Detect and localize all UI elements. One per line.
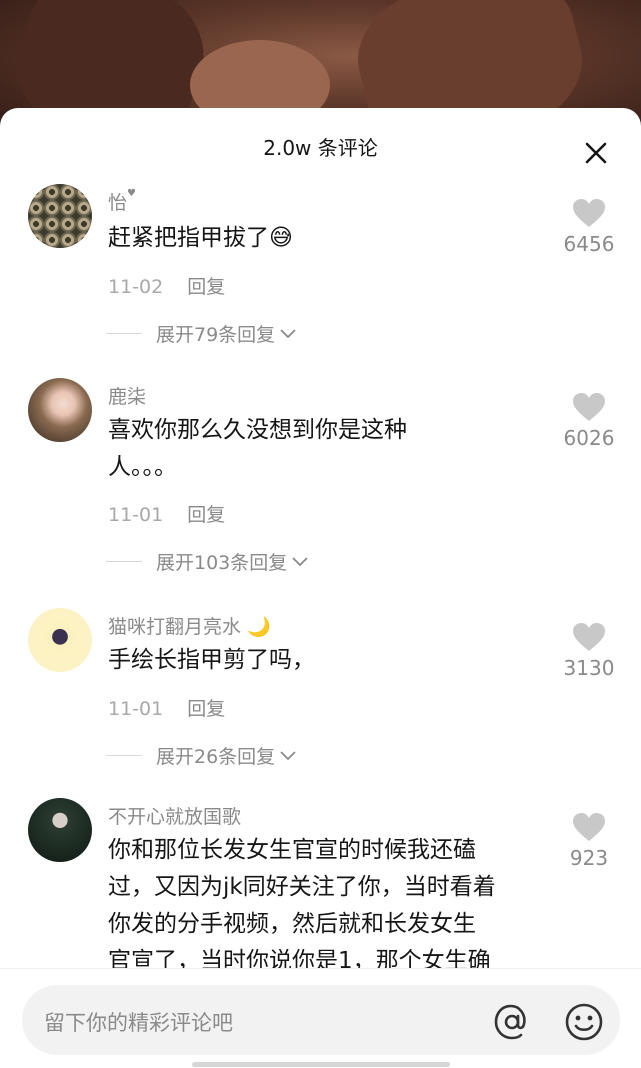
comment-meta: 11-01 回复 [108,694,225,721]
comments-sheet: 2.0w 条评论 怡♥ 赶紧把指甲拔了😅 11-02 回复 展开79条回复 64… [0,108,641,1068]
emoji-icon [565,1003,603,1041]
comment-meta: 11-02 回复 [108,272,225,299]
expand-replies-label: 展开103条回复 [156,552,288,574]
comments-header: 2.0w 条评论 [0,108,641,184]
heart-icon [573,393,605,421]
comment-item: 怡♥ 赶紧把指甲拔了😅 11-02 回复 展开79条回复 6456 [0,180,641,372]
like-button[interactable]: 6456 [549,198,629,256]
comment-date: 11-02 [108,276,164,298]
comment-text-line: 你和那位长发女生官宣的时候我还磕 [108,837,476,863]
divider [106,561,142,562]
comment-text-line: 官宣了，当时你说你是1，那个女生确 [108,948,491,968]
comment-date: 11-01 [108,504,164,526]
mention-button[interactable] [492,1002,532,1042]
comment-item: 不开心就放国歌 你和那位长发女生官宣的时候我还磕 过，又因为jk同好关注了你，当… [0,792,641,968]
chevron-down-icon [292,556,308,566]
reply-button[interactable]: 回复 [187,504,225,526]
close-icon [585,142,607,164]
comment-text-line: 人。。。 [108,454,177,480]
comment-text[interactable]: 赶紧把指甲拔了😅 [108,220,468,257]
comment-item: 鹿柒 喜欢你那么久没想到你是这种 人。。。 11-01 回复 展开103条回复 6… [0,372,641,602]
divider [106,755,142,756]
like-button[interactable]: 923 [549,812,629,870]
comment-item: 猫咪打翻月亮水 🌙 手绘长指甲剪了吗， 11-01 回复 展开26条回复 3130 [0,602,641,792]
comment-input[interactable]: 留下你的精彩评论吧 [22,985,620,1055]
home-indicator[interactable] [192,1062,450,1067]
expand-replies-button[interactable]: 展开103条回复 [106,548,309,575]
comment-input-placeholder: 留下你的精彩评论吧 [44,1011,233,1035]
comment-text-line: 你发的分手视频，然后就和长发女生 [108,911,476,937]
comment-text-line: 过，又因为jk同好关注了你，当时看着 [108,874,496,900]
expand-replies-label: 展开79条回复 [156,324,276,346]
reply-button[interactable]: 回复 [187,698,225,720]
heart-icon [573,623,605,651]
comment-list[interactable]: 怡♥ 赶紧把指甲拔了😅 11-02 回复 展开79条回复 6456 鹿柒 喜欢你… [0,180,641,968]
like-button[interactable]: 6026 [549,392,629,450]
comment-input-bar: 留下你的精彩评论吧 [0,968,641,1068]
avatar[interactable] [28,184,92,248]
expand-replies-button[interactable]: 展开26条回复 [106,742,297,769]
nickname[interactable]: 怡♥ [108,188,136,215]
chevron-down-icon [280,750,296,760]
heart-icon [573,199,605,227]
like-count: 3130 [563,656,615,680]
nickname-text: 怡 [108,192,128,214]
crescent-moon-icon: 🌙 [247,616,271,638]
heart-badge-icon: ♥ [127,188,136,199]
like-button[interactable]: 3130 [549,622,629,680]
heart-icon [573,813,605,841]
nickname[interactable]: 鹿柒 [108,382,146,409]
nickname-text: 猫咪打翻月亮水 [108,616,242,638]
close-button[interactable] [581,138,611,168]
divider [106,333,142,334]
emoji-button[interactable] [564,1002,604,1042]
comment-text[interactable]: 喜欢你那么久没想到你是这种 人。。。 [108,412,468,486]
comment-text[interactable]: 手绘长指甲剪了吗， [108,642,468,679]
comment-meta: 11-01 回复 [108,500,225,527]
like-count: 923 [569,846,609,870]
comment-text-line: 喜欢你那么久没想到你是这种 [108,417,407,443]
avatar[interactable] [28,608,92,672]
reply-button[interactable]: 回复 [187,276,225,298]
at-icon [494,1004,526,1040]
comment-count-title: 2.0w 条评论 [263,136,378,160]
like-count: 6456 [563,232,615,256]
like-count: 6026 [563,426,615,450]
chevron-down-icon [280,328,296,338]
avatar[interactable] [28,798,92,862]
avatar[interactable] [28,378,92,442]
sweat-smile-emoji-icon: 😅 [269,225,293,251]
comment-date: 11-01 [108,698,164,720]
expand-replies-button[interactable]: 展开79条回复 [106,320,297,347]
comment-text[interactable]: 你和那位长发女生官宣的时候我还磕 过，又因为jk同好关注了你，当时看着 你发的分… [108,832,578,968]
nickname[interactable]: 不开心就放国歌 [108,802,241,829]
nickname[interactable]: 猫咪打翻月亮水 🌙 [108,612,271,639]
comment-text-body: 赶紧把指甲拔了 [108,225,269,251]
expand-replies-label: 展开26条回复 [156,746,276,768]
